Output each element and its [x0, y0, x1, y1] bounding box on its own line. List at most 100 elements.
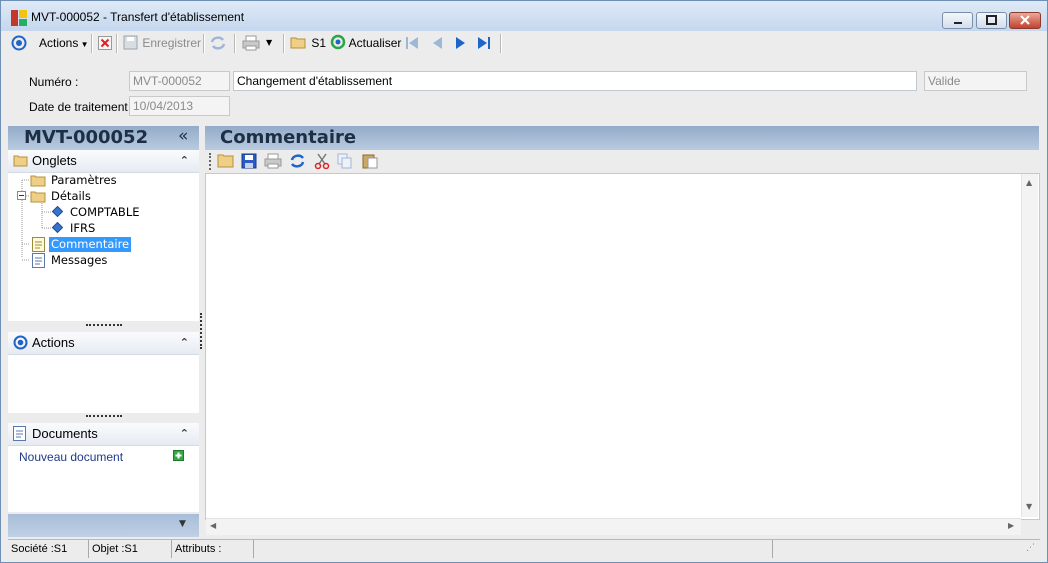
toolbar-separator — [116, 34, 118, 53]
toolbar-separator — [500, 34, 502, 53]
last-record-icon[interactable] — [477, 36, 491, 50]
scroll-down-icon[interactable]: ▼ — [1026, 502, 1032, 511]
close-icon — [1020, 15, 1030, 25]
tree-item-messages[interactable]: Messages — [51, 253, 107, 268]
comment-editor[interactable] — [205, 173, 1040, 520]
s1-label: S1 — [311, 36, 327, 50]
previous-record-icon[interactable] — [430, 36, 444, 50]
onglets-tree: Paramètres Détails COMPTABLE IFRS Commen… — [8, 173, 199, 321]
collapse-panel-icon[interactable]: « — [178, 126, 188, 146]
vertical-splitter-grip[interactable] — [200, 313, 204, 349]
refresh-button[interactable]: Actualiser — [330, 31, 401, 55]
document-icon — [32, 253, 45, 268]
s1-button[interactable]: S1 — [290, 31, 326, 55]
diamond-icon — [52, 206, 63, 217]
numero-field[interactable]: MVT-000052 — [129, 71, 230, 91]
maximize-button[interactable] — [976, 12, 1007, 29]
horizontal-scrollbar[interactable]: ◀ ▶ — [206, 518, 1021, 535]
new-document-link[interactable]: Nouveau document — [19, 450, 123, 464]
collapse-section-icon[interactable]: ⌃ — [180, 427, 189, 440]
folder-icon — [13, 155, 28, 167]
print-icon[interactable] — [264, 153, 282, 169]
tree-item-details[interactable]: Détails — [51, 189, 91, 204]
toolbar-separator — [234, 34, 236, 53]
diamond-icon — [52, 222, 63, 233]
minimize-button[interactable] — [942, 12, 973, 29]
vertical-scrollbar[interactable]: ▲ ▼ — [1021, 174, 1038, 517]
add-icon[interactable] — [173, 450, 184, 461]
splitter-grip[interactable] — [86, 415, 122, 419]
tree-item-commentaire[interactable]: Commentaire — [49, 237, 132, 252]
main-toolbar: Actions ▼ Enregistrer ▼ S1 Actualiser — [1, 31, 1047, 55]
onglets-title: Onglets — [32, 153, 77, 168]
refresh-label: Actualiser — [348, 36, 402, 50]
onglets-section-header[interactable]: Onglets ⌃ — [8, 150, 199, 173]
save-icon[interactable] — [241, 153, 257, 169]
note-icon — [32, 237, 45, 252]
description-field[interactable]: Changement d'établissement — [233, 71, 917, 91]
status-bar: Société :S1 Objet :S1 Attributs : ⋰ — [8, 539, 1040, 558]
numero-label: Numéro : — [29, 75, 79, 89]
cut-icon[interactable] — [314, 153, 330, 169]
documents-title: Documents — [32, 426, 98, 441]
folder-icon — [30, 175, 46, 187]
delete-icon[interactable] — [98, 36, 112, 50]
actions-menu-button[interactable]: Actions ▼ — [39, 31, 89, 55]
folder-icon — [290, 37, 306, 49]
actions-section-header[interactable]: Actions ⌃ — [8, 332, 199, 355]
status-field[interactable]: Valide — [924, 71, 1027, 91]
date-field[interactable]: 10/04/2013 — [129, 96, 230, 116]
status-societe: Société :S1 — [8, 540, 89, 558]
date-label: Date de traitement : — [29, 100, 135, 114]
paste-icon[interactable] — [362, 153, 378, 169]
title-bar: MVT-000052 - Transfert d'établissement — [1, 1, 1047, 31]
expand-panel-icon[interactable]: ▼ — [179, 519, 186, 529]
app-icon — [11, 10, 27, 26]
collapse-section-icon[interactable]: ⌃ — [180, 154, 189, 167]
documents-section-header[interactable]: Documents ⌃ — [8, 423, 199, 446]
tree-item-ifrs[interactable]: IFRS — [70, 221, 95, 236]
splitter-grip[interactable] — [86, 324, 122, 328]
target-icon — [13, 335, 28, 350]
actions-menu-label: Actions — [39, 36, 79, 50]
left-panel: MVT-000052 « Onglets ⌃ Paramètres Détail… — [8, 126, 199, 537]
editor-toolbar — [205, 150, 1039, 173]
refresh-icon[interactable] — [289, 153, 306, 169]
first-record-icon[interactable] — [405, 36, 419, 50]
folder-icon — [30, 191, 46, 203]
tree-item-parametres[interactable]: Paramètres — [51, 173, 117, 188]
status-objet: Objet :S1 — [89, 540, 172, 558]
scroll-left-icon[interactable]: ◀ — [210, 521, 216, 530]
print-dropdown-arrow-icon[interactable]: ▼ — [266, 38, 272, 47]
close-button[interactable] — [1009, 12, 1041, 29]
toolbar-separator — [203, 34, 205, 53]
actions-body — [8, 355, 199, 413]
document-icon — [13, 426, 26, 441]
actions-title: Actions — [32, 335, 75, 350]
next-record-icon[interactable] — [454, 36, 468, 50]
main-header: Commentaire — [205, 126, 1039, 150]
scroll-up-icon[interactable]: ▲ — [1026, 178, 1032, 187]
refresh-icon — [330, 34, 346, 50]
dropdown-arrow-icon: ▼ — [78, 40, 89, 49]
save-button[interactable]: Enregistrer — [123, 31, 201, 55]
print-icon[interactable] — [242, 35, 260, 51]
save-label: Enregistrer — [142, 36, 202, 50]
open-folder-icon[interactable] — [217, 153, 234, 168]
left-panel-title: MVT-000052 — [24, 127, 149, 148]
minimize-icon — [954, 22, 962, 24]
copy-icon[interactable] — [337, 153, 353, 169]
sync-icon[interactable] — [209, 35, 227, 51]
documents-body: Nouveau document — [8, 446, 199, 512]
collapse-section-icon[interactable]: ⌃ — [180, 336, 189, 349]
target-icon[interactable] — [11, 35, 27, 51]
restore-icon — [986, 15, 997, 25]
tree-item-comptable[interactable]: COMPTABLE — [70, 205, 140, 220]
resize-grip-icon[interactable]: ⋰ — [1026, 543, 1035, 553]
status-empty-panel — [773, 540, 1023, 558]
toolbar-separator — [91, 34, 93, 53]
window-title: MVT-000052 - Transfert d'établissement — [31, 10, 245, 24]
left-panel-header: MVT-000052 « — [8, 126, 199, 150]
status-empty-panel — [254, 540, 773, 558]
scroll-right-icon[interactable]: ▶ — [1008, 521, 1014, 530]
